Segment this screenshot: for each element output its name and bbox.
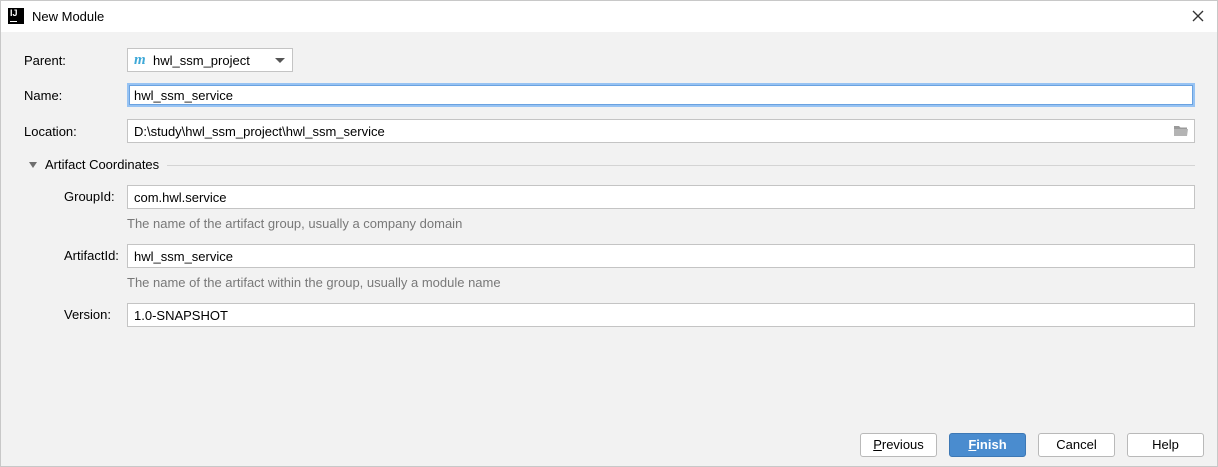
finish-label: inish bbox=[976, 437, 1007, 452]
section-separator bbox=[167, 165, 1195, 166]
name-label: Name: bbox=[24, 88, 63, 103]
previous-label: revious bbox=[881, 437, 924, 452]
artifactid-hint: The name of the artifact within the grou… bbox=[127, 275, 501, 290]
parent-selected-value: hwl_ssm_project bbox=[153, 53, 250, 68]
name-input[interactable] bbox=[127, 83, 1195, 107]
version-input[interactable] bbox=[127, 303, 1195, 327]
finish-button[interactable]: Finish bbox=[949, 433, 1026, 457]
groupid-hint: The name of the artifact group, usually … bbox=[127, 216, 463, 231]
previous-button[interactable]: Previous bbox=[860, 433, 937, 457]
title-bar: IJ New Module bbox=[1, 1, 1217, 32]
parent-label: Parent: bbox=[24, 53, 66, 68]
folder-icon bbox=[1174, 126, 1188, 136]
groupid-label: GroupId: bbox=[64, 189, 115, 204]
close-icon bbox=[1192, 10, 1204, 22]
previous-mnemonic: P bbox=[873, 437, 882, 452]
intellij-idea-icon: IJ bbox=[8, 8, 24, 24]
cancel-button[interactable]: Cancel bbox=[1038, 433, 1115, 457]
location-label: Location: bbox=[24, 124, 77, 139]
triangle-down-icon bbox=[29, 162, 37, 168]
browse-folder-button[interactable] bbox=[1173, 124, 1189, 137]
chevron-down-icon bbox=[275, 58, 285, 63]
version-label: Version: bbox=[64, 307, 111, 322]
location-input[interactable] bbox=[127, 119, 1195, 143]
close-button[interactable] bbox=[1189, 7, 1207, 25]
artifactid-input[interactable] bbox=[127, 244, 1195, 268]
artifactid-label: ArtifactId: bbox=[64, 248, 119, 263]
location-field-wrapper bbox=[127, 119, 1195, 143]
maven-module-icon: m bbox=[134, 52, 146, 68]
artifact-coordinates-label: Artifact Coordinates bbox=[45, 157, 160, 172]
window-title: New Module bbox=[32, 9, 105, 24]
parent-dropdown[interactable]: m hwl_ssm_project bbox=[127, 48, 293, 72]
groupid-input[interactable] bbox=[127, 185, 1195, 209]
artifact-coordinates-toggle[interactable]: Artifact Coordinates bbox=[28, 157, 168, 173]
new-module-dialog: IJ New Module Parent: m hwl_ssm_project … bbox=[0, 0, 1218, 467]
help-button[interactable]: Help bbox=[1127, 433, 1204, 457]
